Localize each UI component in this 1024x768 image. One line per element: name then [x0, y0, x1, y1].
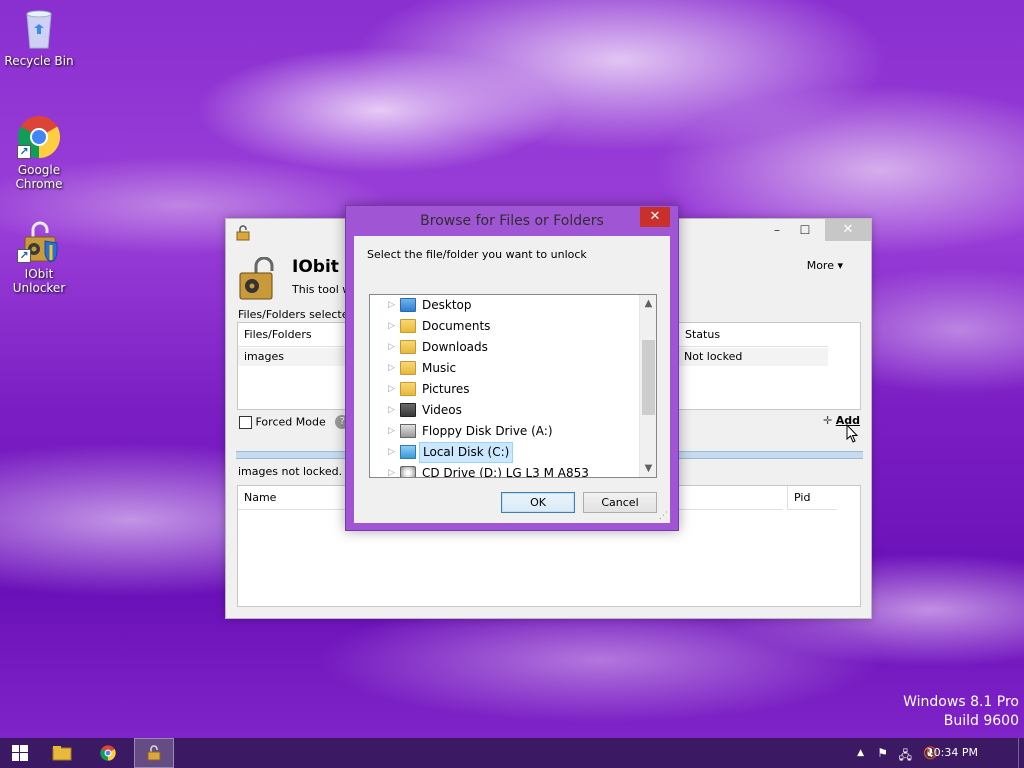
taskbar-file-explorer[interactable]: [42, 738, 82, 768]
scrollbar-thumb[interactable]: [642, 340, 655, 415]
expand-arrow-icon[interactable]: ▷: [388, 316, 395, 337]
maximize-button[interactable]: ☐: [791, 220, 819, 240]
status-message: images not locked.: [238, 465, 343, 478]
tree-item-label: Pictures: [422, 382, 470, 396]
music-folder-icon: [400, 361, 416, 375]
tree-scrollbar[interactable]: ▲ ▼: [639, 295, 656, 477]
desktop-icon-recycle-bin[interactable]: Recycle Bin: [1, 6, 77, 68]
resize-grip-icon[interactable]: ⋰: [659, 512, 668, 521]
iobit-unlocker-icon: ↗: [17, 219, 61, 263]
local-disk-icon: [400, 445, 416, 459]
tree-item-desktop[interactable]: ▷ Desktop: [370, 295, 638, 316]
file-name-cell: images: [244, 350, 284, 363]
watermark-build: Build 9600: [943, 713, 1019, 729]
windows-logo-icon: [12, 745, 28, 761]
chrome-icon: ↗: [17, 115, 61, 159]
expand-arrow-icon[interactable]: ▷: [388, 421, 395, 442]
expand-arrow-icon[interactable]: ▷: [388, 337, 395, 358]
documents-folder-icon: [400, 319, 416, 333]
scroll-down-arrow-icon[interactable]: ▼: [640, 460, 656, 477]
file-explorer-icon: [52, 746, 72, 761]
cancel-button[interactable]: Cancel: [583, 492, 657, 513]
windows-edition-watermark: Windows 8.1 Pro Build 9600: [903, 694, 1019, 729]
scroll-up-arrow-icon[interactable]: ▲: [640, 295, 656, 312]
expand-arrow-icon[interactable]: ▷: [388, 379, 395, 400]
dialog-close-button[interactable]: ✕: [640, 207, 670, 227]
tree-item-label: CD Drive (D:) LG L3 M A853: [422, 466, 589, 478]
tree-item-label: Documents: [422, 319, 491, 333]
tree-item-downloads[interactable]: ▷ Downloads: [370, 337, 638, 358]
start-button[interactable]: [0, 738, 40, 768]
iobit-unlocker-icon: [147, 745, 161, 761]
browse-dialog: Browse for Files or Folders ✕ Select the…: [345, 205, 679, 531]
desktop-icon-google-chrome[interactable]: ↗ Google Chrome: [1, 115, 77, 191]
column-header-pid[interactable]: Pid: [787, 486, 837, 510]
minimize-button[interactable]: –: [763, 220, 791, 240]
expand-arrow-icon[interactable]: ▷: [388, 463, 395, 477]
dialog-title: Browse for Files or Folders: [420, 213, 604, 229]
tree-item-videos[interactable]: ▷ Videos: [370, 400, 638, 421]
dialog-body: Select the file/folder you want to unloc…: [354, 236, 670, 523]
floppy-drive-icon: [400, 424, 416, 438]
desktop-icon-iobit-unlocker[interactable]: ↗ IObit Unlocker: [1, 219, 77, 295]
ok-button[interactable]: OK: [501, 492, 575, 513]
tree-item-pictures[interactable]: ▷ Pictures: [370, 379, 638, 400]
tree-item-label: Videos: [422, 403, 462, 417]
expand-arrow-icon[interactable]: ▷: [388, 358, 395, 379]
cd-drive-icon: [400, 466, 416, 477]
desktop-icon-label: Google: [17, 163, 61, 177]
tree-item-label: Downloads: [422, 340, 488, 354]
shortcut-arrow-icon: ↗: [17, 145, 31, 159]
desktop-icon-label: Unlocker: [12, 281, 66, 295]
files-selected-label: Files/Folders selected: [238, 308, 356, 321]
desktop-icon-label: Chrome: [15, 177, 63, 191]
show-desktop-button[interactable]: [1018, 738, 1024, 768]
downloads-folder-icon: [400, 340, 416, 354]
tree-item-label: Local Disk (C:): [419, 442, 514, 463]
tree-item-label: Desktop: [422, 298, 472, 312]
shortcut-arrow-icon: ↗: [17, 249, 31, 263]
expand-arrow-icon[interactable]: ▷: [388, 295, 395, 316]
tree-item-cd-drive[interactable]: ▷ CD Drive (D:) LG L3 M A853: [370, 463, 638, 478]
pictures-folder-icon: [400, 382, 416, 396]
videos-folder-icon: [400, 403, 416, 417]
network-icon[interactable]: 🖧: [899, 746, 912, 767]
folder-tree[interactable]: ▷ Desktop ▷ Documents ▷ Downloads ▷ Musi…: [369, 294, 657, 478]
taskbar-clock[interactable]: 10:34 PM: [927, 746, 978, 759]
recycle-bin-icon: [17, 6, 61, 50]
app-logo-icon: [236, 256, 280, 304]
action-center-flag-icon[interactable]: ⚑: [877, 746, 888, 760]
tree-item-floppy-drive[interactable]: ▷ Floppy Disk Drive (A:): [370, 421, 638, 442]
taskbar-iobit-unlocker[interactable]: [134, 738, 174, 768]
dialog-prompt: Select the file/folder you want to unloc…: [367, 248, 587, 261]
tree-item-label: Music: [422, 361, 457, 375]
desktop-folder-icon: [400, 298, 416, 312]
more-menu-button[interactable]: More ▾: [807, 259, 843, 272]
forced-mode-checkbox[interactable]: [239, 415, 252, 429]
close-button[interactable]: ✕: [825, 219, 871, 241]
column-header-status[interactable]: Status: [678, 323, 828, 347]
tree-item-documents[interactable]: ▷ Documents: [370, 316, 638, 337]
mouse-cursor-icon: [846, 423, 860, 447]
forced-mode-label: Forced Mode: [255, 415, 326, 429]
tree-item-local-disk[interactable]: ▷ Local Disk (C:): [370, 442, 638, 463]
watermark-edition: Windows 8.1 Pro: [903, 694, 1019, 710]
tree-item-music[interactable]: ▷ Music: [370, 358, 638, 379]
add-plus-icon: ✛: [823, 414, 833, 427]
file-status-cell: Not locked: [684, 350, 743, 363]
app-small-lock-icon: [235, 225, 251, 244]
taskbar: ▲ ⚑ 🖧 🔇 10:34 PM: [0, 738, 1024, 768]
forced-mode-option[interactable]: Forced Mode ?: [239, 415, 350, 429]
expand-arrow-icon[interactable]: ▷: [388, 442, 395, 463]
chrome-icon: [100, 745, 116, 761]
tree-item-label: Floppy Disk Drive (A:): [422, 424, 553, 438]
expand-arrow-icon[interactable]: ▷: [388, 400, 395, 421]
desktop-icon-label: Recycle Bin: [4, 54, 74, 68]
taskbar-chrome[interactable]: [88, 738, 128, 768]
show-hidden-icons-icon[interactable]: ▲: [857, 748, 864, 758]
desktop-icon-label: IObit: [24, 267, 54, 281]
